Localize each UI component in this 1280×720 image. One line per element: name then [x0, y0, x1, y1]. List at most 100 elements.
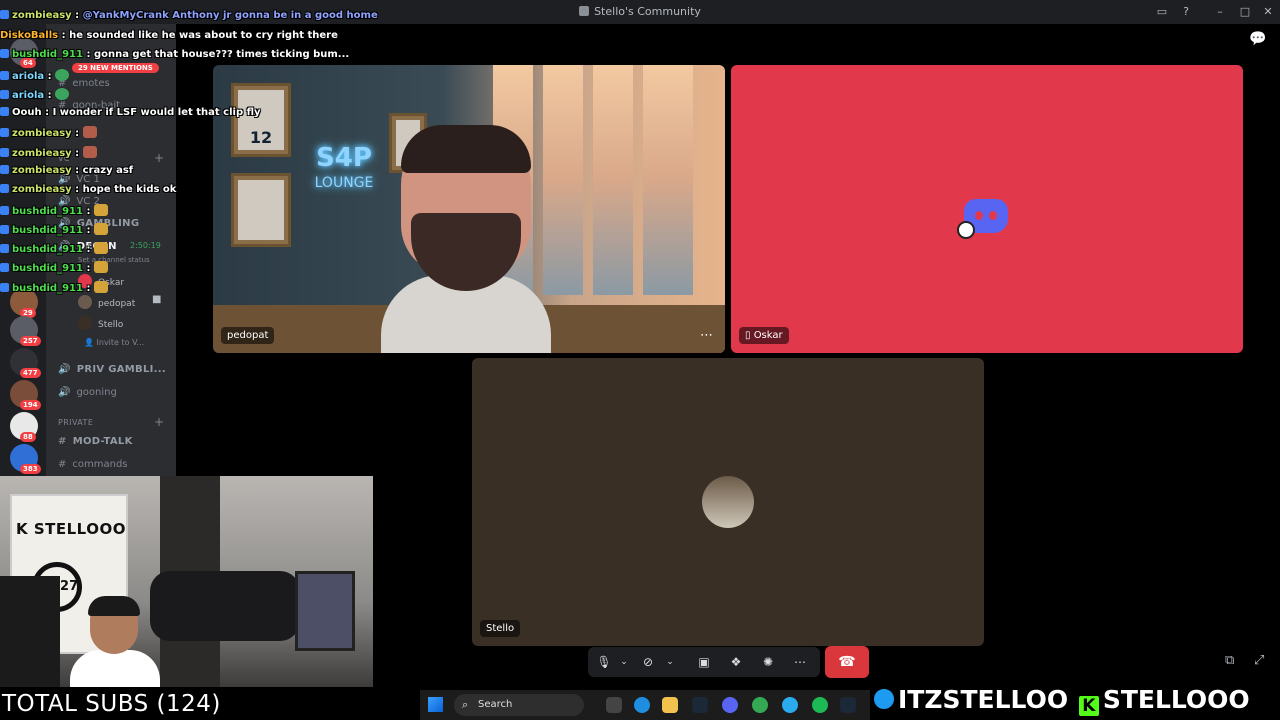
channel-label: MOD-TALK [72, 436, 133, 447]
popout-icon[interactable]: ⧉ [1225, 653, 1234, 668]
server-icon[interactable]: 194 [10, 380, 41, 410]
invite-to-voice[interactable]: 👤 Invite to V... [84, 338, 144, 347]
steam-icon[interactable] [840, 697, 856, 713]
chat-message: zombieasy : hope the kids ok [0, 184, 176, 195]
server-badge: 477 [20, 368, 41, 378]
chat-colon: : [71, 148, 83, 159]
spotify-icon[interactable] [812, 697, 828, 713]
monitor [295, 571, 355, 651]
search-icon: ⌕ [462, 698, 469, 711]
voice-channel-priv-gambling[interactable]: 🔊 PRIV GAMBLI... [58, 364, 166, 375]
chat-message: bushdid_911 : [0, 242, 108, 255]
participant-video [381, 125, 551, 353]
chat-user: ariola [12, 90, 45, 101]
emote-icon [93, 223, 108, 235]
server-icon[interactable]: 383 [10, 444, 41, 474]
bed [150, 571, 300, 641]
channel-mod-talk[interactable]: # MOD-TALK [58, 436, 133, 447]
emote-icon [93, 204, 108, 216]
start-icon[interactable] [428, 697, 443, 712]
social-handles: ITZSTELLOO K STELLOOO [872, 682, 1278, 718]
chat-badge-icon [0, 263, 9, 272]
hang-up-icon: ☎ [838, 654, 856, 670]
video-tile-oskar[interactable]: ▯ Oskar [731, 65, 1243, 353]
chat-message: zombieasy : [0, 126, 97, 139]
voice-channel-gooning[interactable]: 🔊 gooning [58, 387, 117, 398]
edge-icon[interactable] [634, 697, 650, 713]
chat-message: bushdid_911 : [0, 261, 108, 274]
chat-badge-icon [0, 49, 9, 58]
chat-badge-icon [0, 206, 9, 215]
add-channel-icon[interactable]: + [154, 415, 164, 429]
search-placeholder: Search [478, 699, 513, 710]
hash-icon: # [58, 459, 67, 470]
channel-commands[interactable]: # commands [58, 459, 128, 470]
server-icon[interactable]: 88 [10, 412, 38, 442]
kick-handle: STELLOOO [1102, 685, 1250, 714]
chevron-down-icon[interactable]: ⌄ [662, 654, 678, 670]
soundboard-icon[interactable]: ✺ [760, 654, 776, 670]
fullscreen-icon[interactable]: ⤢ [1254, 653, 1264, 668]
voice-user-stello[interactable]: Stello [78, 316, 123, 330]
chrome-icon[interactable] [606, 697, 622, 713]
server-badge: 88 [20, 432, 36, 442]
help-icon[interactable]: ? [1178, 4, 1194, 20]
window-pane [593, 65, 633, 295]
emote-icon [93, 242, 108, 254]
activities-icon[interactable]: ❖ [728, 654, 744, 670]
inbox-icon[interactable]: ▭ [1154, 4, 1170, 20]
add-channel-icon[interactable]: + [154, 151, 164, 165]
chat-user: bushdid_911 [12, 244, 83, 255]
chat-text: crazy asf [82, 165, 134, 176]
channel-label: gooning [76, 387, 117, 398]
server-badge: 194 [20, 400, 41, 410]
private-category[interactable]: PRIVATE [58, 418, 93, 427]
chat-user: ariola [12, 71, 45, 82]
chevron-down-icon[interactable]: ⌄ [616, 654, 632, 670]
call-timer: 2:50:19 [130, 241, 161, 250]
discord-icon[interactable] [722, 697, 738, 713]
telegram-icon[interactable] [782, 697, 798, 713]
channel-label: PRIV GAMBLI... [76, 364, 166, 375]
microphone-icon[interactable]: 🎙 [596, 654, 612, 670]
chat-badge-icon [0, 128, 9, 137]
wall-frame [231, 173, 291, 247]
channel-label: commands [72, 459, 128, 470]
chat-text: @YankMyCrank Anthony jr gonna be in a go… [82, 10, 378, 21]
chat-badge-icon [0, 90, 9, 99]
gaming-chair [0, 576, 60, 687]
chat-colon: : [82, 283, 94, 294]
steam-icon[interactable] [692, 697, 708, 713]
chat-badge-icon [0, 107, 9, 116]
server-icon[interactable]: 257 [10, 316, 41, 346]
close-icon[interactable]: ✕ [1260, 4, 1276, 20]
chat-colon: : [82, 49, 94, 60]
new-mentions-pill[interactable]: 29 NEW MENTIONS [72, 63, 159, 73]
emote-icon [82, 146, 97, 158]
taskbar: ⌕ Search [420, 690, 870, 720]
chat-message: DiskoBalls : he sounded like he was abou… [0, 30, 338, 41]
window-pane [543, 65, 583, 295]
maximize-icon[interactable]: □ [1237, 4, 1253, 20]
hang-up-button[interactable]: ☎ [825, 646, 869, 678]
chat-text: I wonder if LSF would let that clip fly [52, 107, 261, 118]
voice-user-pedopat[interactable]: pedopat [78, 295, 135, 309]
screen-share-icon[interactable]: ▣ [696, 654, 712, 670]
camera-off-icon[interactable]: ⊘ [640, 654, 656, 670]
mobile-icon: ▯ [745, 330, 754, 341]
taskbar-search[interactable]: ⌕ Search [454, 694, 584, 716]
more-icon[interactable]: ⋯ [792, 654, 808, 670]
invite-label: Invite to V... [96, 338, 145, 347]
server-icon[interactable]: 477 [10, 348, 41, 378]
more-icon[interactable]: ⋯ [700, 328, 713, 343]
emote-icon [93, 261, 108, 273]
chrome-icon[interactable] [752, 697, 768, 713]
file-explorer-icon[interactable] [662, 697, 678, 713]
minimize-icon[interactable]: – [1212, 4, 1228, 20]
frame-picture [238, 180, 284, 240]
video-tile-pedopat[interactable]: 12 S4P LOUNGE pedopat ⋯ [213, 65, 725, 353]
video-tile-stello[interactable]: Stello [472, 358, 984, 646]
chat-user: bushdid_911 [12, 49, 83, 60]
chat-colon: : [71, 165, 83, 176]
chat-icon[interactable]: 💬 [1249, 31, 1266, 47]
